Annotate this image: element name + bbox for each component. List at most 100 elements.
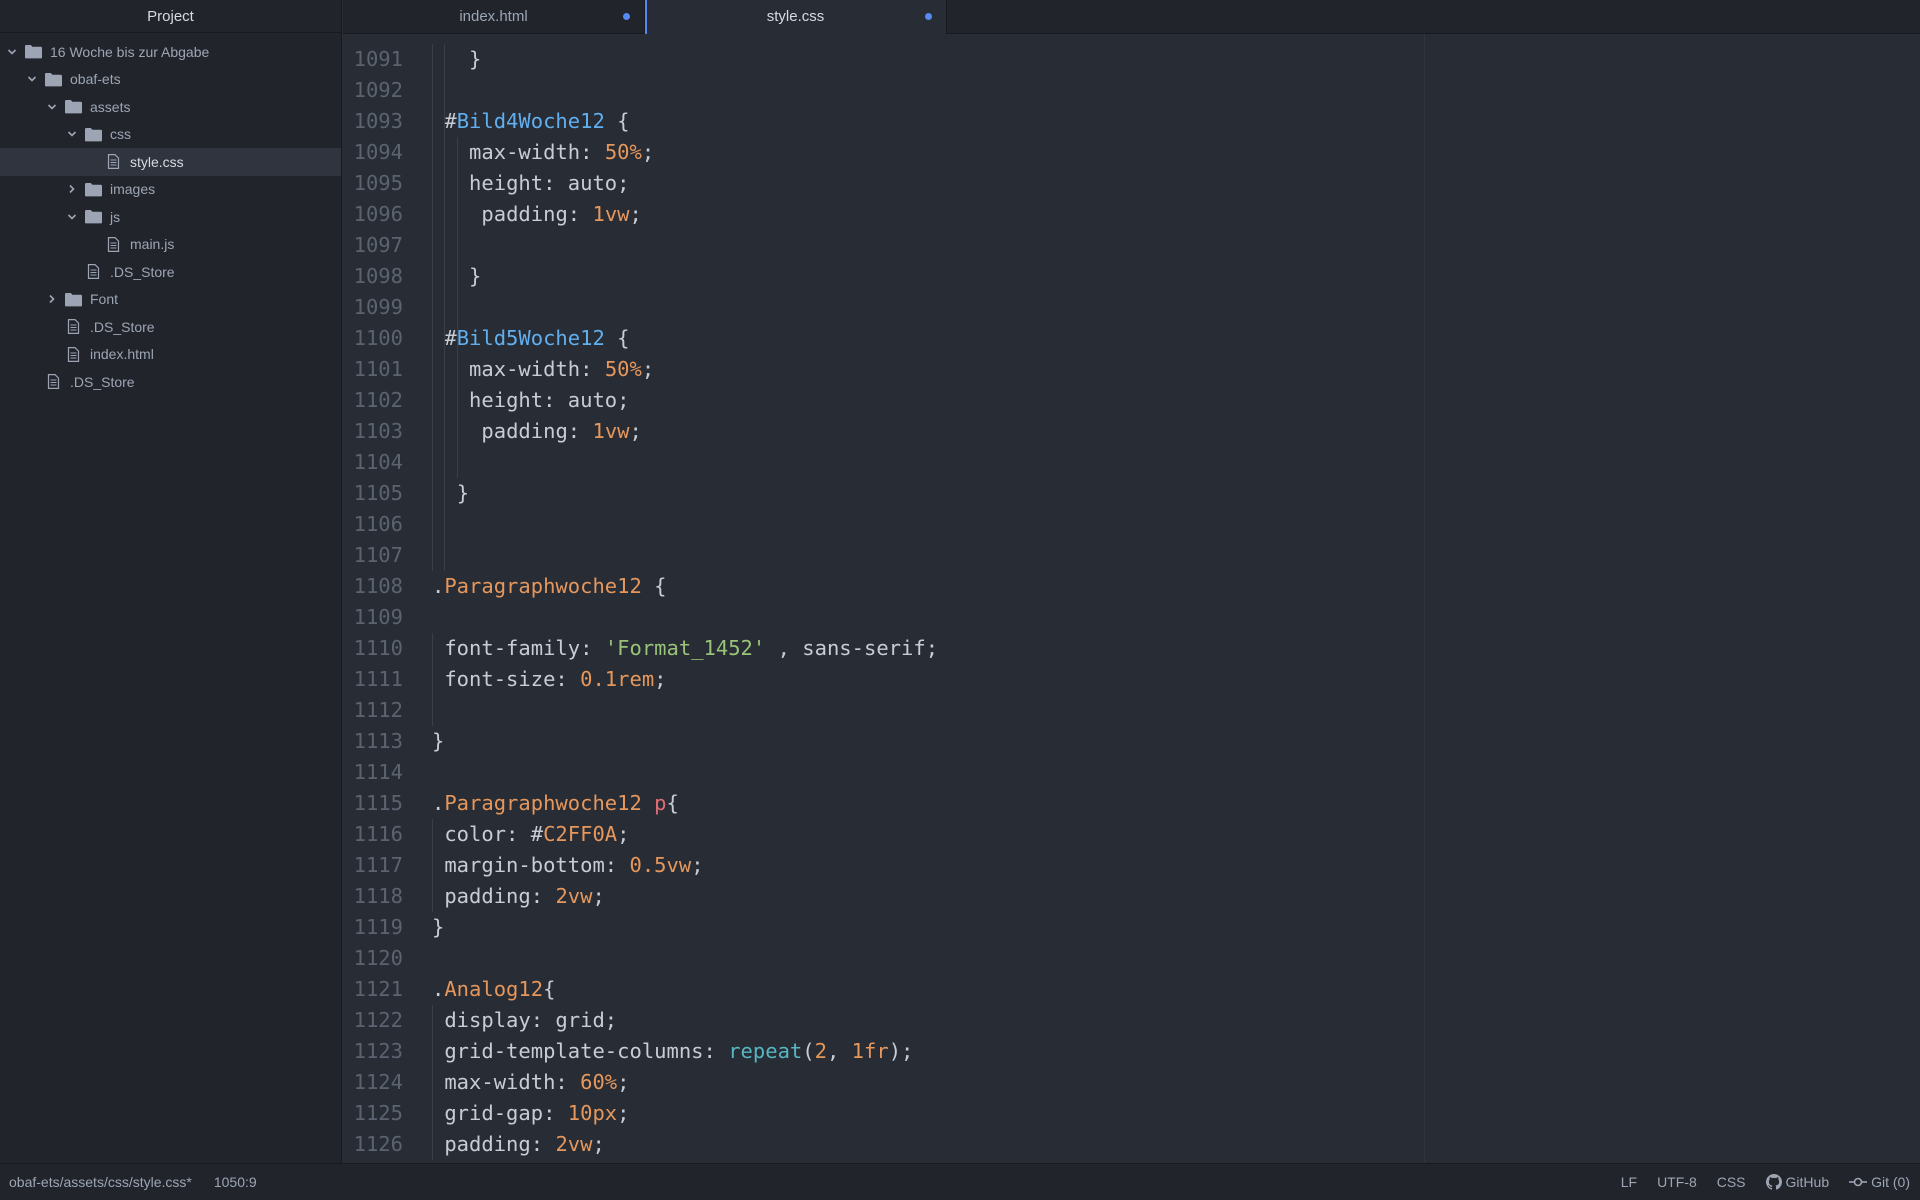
code-editor[interactable]: 1091} 1092 1093 #Bild4Woche12 {1094 max-widt… [343, 34, 1920, 1163]
code-line: 1119} [343, 912, 1920, 943]
chevron-down-icon[interactable] [64, 209, 80, 225]
code-token: . [432, 791, 445, 815]
status-git-label: Git (0) [1871, 1174, 1910, 1190]
chevron-down-icon[interactable] [24, 71, 40, 87]
code-text: padding: 1vw; [481, 416, 641, 447]
line-number: 1111 [353, 667, 403, 691]
code-text: max-width: 60%; [444, 1067, 629, 1098]
code-token: grid-template-columns: [444, 1039, 729, 1063]
indent-guide [432, 633, 433, 726]
line-number: 1120 [353, 946, 403, 970]
status-bar: obaf-ets/assets/css/style.css* 1050:9 LF… [0, 1163, 1920, 1200]
tree-folder[interactable]: js [0, 203, 341, 231]
code-line: 1108 .Paragraphwoche12 { [343, 571, 1920, 602]
tab-index-html[interactable]: index.html [343, 0, 645, 34]
file-icon [64, 346, 82, 362]
tree-folder[interactable]: css [0, 121, 341, 149]
code-text: padding: 2vw; [444, 881, 604, 912]
line-number: 1107 [353, 543, 403, 567]
code-token: { [604, 326, 630, 350]
code-token: ( [802, 1039, 815, 1063]
code-token: 'Format_1452' [604, 636, 766, 660]
status-line-ending[interactable]: LF [1621, 1174, 1637, 1190]
folder-icon [44, 71, 62, 87]
line-number: 1109 [353, 605, 403, 629]
tree-file[interactable]: main.js [0, 231, 341, 259]
code-line: 1097 [343, 230, 1920, 261]
status-git-button[interactable]: Git (0) [1849, 1174, 1910, 1190]
line-number: 1104 [353, 450, 403, 474]
code-token: Bild4Woche12 [456, 109, 605, 133]
code-line: 1110 font-family: 'Format_1452' , sans-se… [343, 633, 1920, 664]
line-number: 1096 [353, 202, 403, 226]
tree-item-label: .DS_Store [90, 318, 155, 335]
chevron-right-icon[interactable] [64, 181, 80, 197]
code-token: display: grid; [444, 1008, 618, 1032]
code-line: 1096 padding: 1vw; [343, 199, 1920, 230]
code-line: 1121 .Analog12{ [343, 974, 1920, 1005]
status-grammar[interactable]: CSS [1717, 1174, 1746, 1190]
status-github-button[interactable]: GitHub [1765, 1174, 1830, 1190]
tree-file[interactable]: index.html [0, 341, 341, 369]
tree-folder[interactable]: images [0, 176, 341, 204]
code-token: padding: [481, 419, 593, 443]
code-token: ); [888, 1039, 914, 1063]
code-token: , sans-serif; [765, 636, 939, 660]
tree-item-label: obaf-ets [70, 71, 121, 88]
tree-item-label: Font [90, 291, 119, 308]
line-number: 1093 [353, 109, 403, 133]
code-token: Paragraphwoche12 [444, 574, 642, 598]
code-line: 1105} [343, 478, 1920, 509]
folder-icon [84, 126, 102, 142]
line-number: 1108 [353, 574, 403, 598]
code-token: 50% [604, 357, 642, 381]
status-encoding[interactable]: UTF-8 [1657, 1174, 1697, 1190]
code-token: } [432, 915, 445, 939]
code-line: 1091} [343, 44, 1920, 75]
tree-file[interactable]: style.css [0, 148, 341, 176]
tree-folder[interactable]: assets [0, 93, 341, 121]
code-text: color: #C2FF0A; [444, 819, 629, 850]
code-token: 1vw [592, 202, 630, 226]
code-line: 1098} [343, 261, 1920, 292]
tree-file[interactable]: .DS_Store [0, 258, 341, 286]
file-icon [104, 154, 122, 170]
git-commit-icon [1849, 1177, 1868, 1187]
line-number: 1094 [353, 140, 403, 164]
chevron-down-icon[interactable] [64, 126, 80, 142]
code-token: } [432, 729, 445, 753]
code-line: 1106 [343, 509, 1920, 540]
line-number: 1119 [353, 915, 403, 939]
code-text: } [457, 478, 469, 509]
tree-file[interactable]: .DS_Store [0, 368, 341, 396]
code-text: } [432, 726, 444, 757]
tab-label: style.css [766, 8, 825, 25]
line-number: 1095 [353, 171, 403, 195]
tree-folder[interactable]: Font [0, 286, 341, 314]
code-token: color: # [444, 822, 544, 846]
code-line: 1109 [343, 602, 1920, 633]
status-github-label: GitHub [1785, 1174, 1830, 1190]
code-token: margin-bottom: [444, 853, 630, 877]
tab-style-css[interactable]: style.css [645, 0, 947, 35]
tree-folder[interactable]: 16 Woche bis zur Abgabe [0, 38, 341, 66]
modified-dot-icon[interactable] [623, 13, 630, 20]
tree-file[interactable]: .DS_Store [0, 313, 341, 341]
code-text: max-width: 50%; [469, 137, 654, 168]
code-token: ; [691, 853, 704, 877]
code-token: Bild5Woche12 [456, 326, 605, 350]
code-line: 1122 display: grid; [343, 1005, 1920, 1036]
chevron-down-icon[interactable] [44, 99, 60, 115]
line-number: 1091 [353, 47, 403, 71]
chevron-down-icon[interactable] [4, 44, 20, 60]
tree-folder[interactable]: obaf-ets [0, 66, 341, 94]
indent-guide [432, 44, 433, 571]
sidebar-title: Project [0, 0, 341, 33]
status-cursor-position[interactable]: 1050:9 [214, 1174, 257, 1190]
code-token: height: auto; [469, 388, 630, 412]
modified-dot-icon[interactable] [925, 13, 932, 20]
code-token: padding: [444, 1132, 556, 1156]
status-file-path[interactable]: obaf-ets/assets/css/style.css* [9, 1174, 192, 1190]
chevron-right-icon[interactable] [44, 291, 60, 307]
code-text: } [469, 44, 481, 75]
